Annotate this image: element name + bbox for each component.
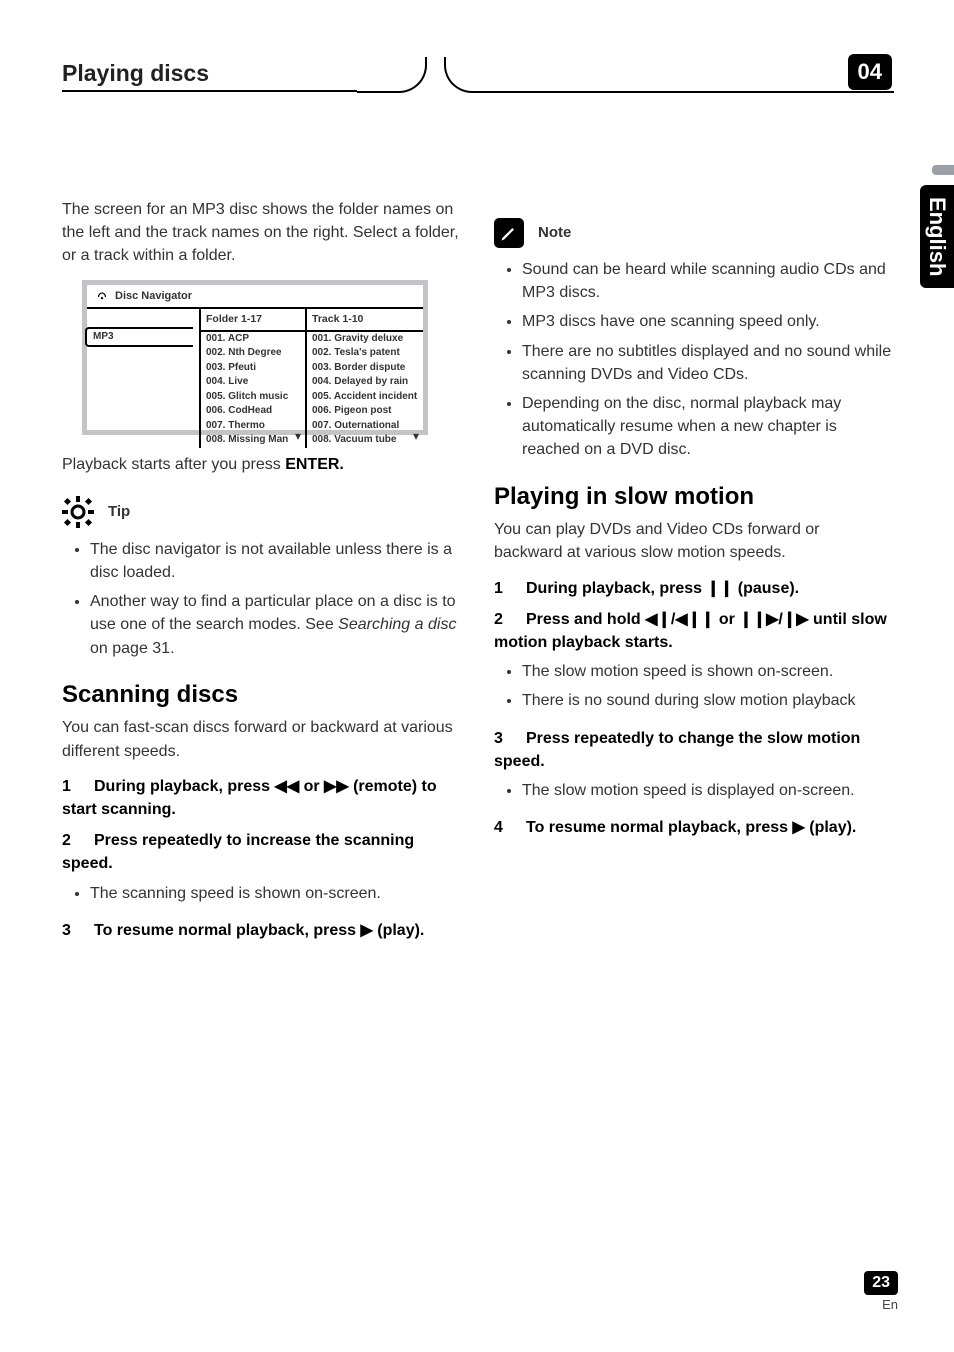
chapter-badge: 04	[848, 54, 892, 90]
slow4-b: (play).	[805, 819, 857, 836]
slow-step-icon: ◀❙/◀❙❙ or ❙❙▶/❙▶	[645, 611, 808, 628]
disc-navigator-figure: Disc Navigator MP3 Folder 1-17 001. ACP …	[82, 280, 428, 435]
header-rule-left	[62, 90, 357, 92]
step-num: 3	[62, 919, 94, 942]
scanning-intro: You can fast-scan discs forward or backw…	[62, 716, 460, 762]
note-item: Sound can be heard while scanning audio …	[522, 258, 892, 304]
hand-icon	[95, 290, 109, 304]
step-num: 1	[62, 775, 94, 798]
slowmotion-intro: You can play DVDs and Video CDs forward …	[494, 518, 892, 564]
nav-track-header: Track 1-10	[307, 309, 423, 332]
scan2-bullet: The scanning speed is shown on-screen.	[90, 882, 460, 905]
step-num: 2	[62, 829, 94, 852]
step-num: 1	[494, 577, 526, 600]
page-lang: En	[864, 1297, 898, 1312]
slow-step-1: 1During playback, press ❙❙ (pause).	[494, 577, 892, 600]
nav-track-item: 006. Pigeon post	[307, 404, 423, 419]
play-icon: ▶	[792, 819, 804, 836]
header-curve-left	[357, 57, 427, 93]
rewind-forward-icon: ◀◀ or ▶▶	[275, 778, 349, 795]
page-footer: 23 En	[864, 1271, 898, 1312]
nav-folder-item: 003. Pfeuti	[201, 361, 305, 376]
nav-track-item: 001. Gravity deluxe	[307, 332, 423, 347]
nav-mp3-tab: MP3	[85, 327, 193, 348]
after-nav-a: Playback starts after you press	[62, 456, 285, 473]
note-item: There are no subtitles displayed and no …	[522, 340, 892, 386]
nav-folder-item: 002. Nth Degree	[201, 346, 305, 361]
gear-icon	[62, 496, 94, 528]
scan-step-3: 3To resume normal playback, press ▶ (pla…	[62, 919, 460, 942]
slow4-a: To resume normal playback, press	[526, 819, 792, 836]
page-number: 23	[864, 1271, 898, 1295]
pause-icon: ❙❙	[707, 580, 734, 597]
nav-folder-item: 005. Glitch music	[201, 390, 305, 405]
scan2-text: Press repeatedly to increase the scannin…	[62, 832, 414, 872]
nav-folder-item: 006. CodHead	[201, 404, 305, 419]
step-num: 2	[494, 608, 526, 631]
down-arrow-icon: ▾	[413, 428, 419, 445]
nav-title: Disc Navigator	[115, 289, 192, 305]
slow-step-2: 2Press and hold ◀❙/◀❙❙ or ❙❙▶/❙▶ until s…	[494, 608, 892, 654]
slow3-text: Press repeatedly to change the slow moti…	[494, 730, 860, 770]
tip-label: Tip	[108, 501, 130, 523]
nav-track-item: 002. Tesla's patent	[307, 346, 423, 361]
intro-text: The screen for an MP3 disc shows the fol…	[62, 198, 460, 268]
nav-track-item: 007. Outernational	[307, 419, 423, 434]
slow-step-3: 3Press repeatedly to change the slow mot…	[494, 727, 892, 773]
page-header: Playing discs 04	[62, 60, 892, 98]
down-arrow-icon: ▾	[295, 428, 301, 445]
nav-folder-header: Folder 1-17	[201, 309, 305, 332]
note-item: MP3 discs have one scanning speed only.	[522, 310, 892, 333]
nav-track-item: 005. Accident incident	[307, 390, 423, 405]
side-tab-accent	[932, 165, 954, 175]
scan-step-1: 1During playback, press ◀◀ or ▶▶ (remote…	[62, 775, 460, 821]
left-column: The screen for an MP3 disc shows the fol…	[62, 198, 460, 948]
nav-track-item: 004. Delayed by rain	[307, 375, 423, 390]
slow-step-4: 4To resume normal playback, press ▶ (pla…	[494, 816, 892, 839]
slow2-bullet: There is no sound during slow motion pla…	[522, 689, 892, 712]
nav-folder-item: 001. ACP	[201, 332, 305, 347]
slow2-bullet: The slow motion speed is shown on-screen…	[522, 660, 892, 683]
pencil-icon	[494, 218, 524, 248]
enter-label: ENTER.	[285, 456, 344, 473]
slowmotion-heading: Playing in slow motion	[494, 480, 892, 515]
note-item: Depending on the disc, normal playback m…	[522, 392, 892, 462]
tip-item: The disc navigator is not available unle…	[90, 538, 460, 584]
tip2-suffix: on page 31.	[90, 640, 175, 657]
scan1-a: During playback, press	[94, 778, 275, 795]
slow1-b: (pause).	[733, 580, 799, 597]
nav-track-item: 003. Border dispute	[307, 361, 423, 376]
tip-item: Another way to find a particular place o…	[90, 590, 460, 660]
language-tab: English	[920, 185, 954, 288]
play-icon: ▶	[360, 922, 372, 939]
nav-folder-item: 008. Missing Man	[201, 433, 305, 448]
scan3-a: To resume normal playback, press	[94, 922, 360, 939]
step-num: 4	[494, 816, 526, 839]
tip-list: The disc navigator is not available unle…	[62, 538, 460, 660]
step-num: 3	[494, 727, 526, 750]
tip2-em: Searching a disc	[338, 616, 456, 633]
slow3-bullet: The slow motion speed is displayed on-sc…	[522, 779, 892, 802]
right-column: Note Sound can be heard while scanning a…	[494, 198, 892, 948]
header-title: Playing discs	[62, 60, 299, 87]
after-nav-text: Playback starts after you press ENTER.	[62, 453, 460, 476]
scanning-heading: Scanning discs	[62, 678, 460, 713]
note-label: Note	[538, 222, 571, 244]
slow1-a: During playback, press	[526, 580, 707, 597]
nav-folder-item: 004. Live	[201, 375, 305, 390]
header-curve-right	[444, 57, 894, 93]
scan3-b: (play).	[373, 922, 425, 939]
nav-folder-item: 007. Thermo	[201, 419, 305, 434]
note-list: Sound can be heard while scanning audio …	[494, 258, 892, 462]
nav-track-item: 008. Vacuum tube	[307, 433, 423, 448]
slow2-a: Press and hold	[526, 611, 645, 628]
scan-step-2: 2Press repeatedly to increase the scanni…	[62, 829, 460, 875]
